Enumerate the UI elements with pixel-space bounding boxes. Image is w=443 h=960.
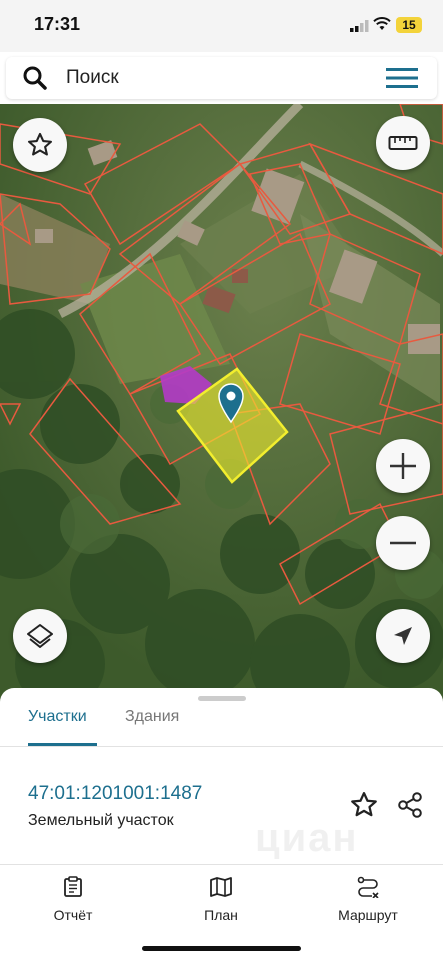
battery-indicator: 15 <box>396 17 422 33</box>
nav-divider <box>0 864 443 865</box>
nav-report[interactable]: Отчёт <box>18 876 128 923</box>
ruler-button[interactable] <box>376 116 430 170</box>
parcel-type-label: Земельный участок <box>28 812 174 829</box>
route-icon <box>357 876 379 899</box>
home-indicator[interactable] <box>142 946 301 951</box>
nav-plan-label: План <box>204 907 238 923</box>
ruler-icon <box>388 136 418 150</box>
sheet-drag-handle[interactable] <box>198 696 246 701</box>
tab-parcels[interactable]: Участки <box>28 708 87 726</box>
map-view[interactable] <box>0 104 443 704</box>
layers-button[interactable] <box>13 609 67 663</box>
search-input[interactable]: Поиск <box>66 67 119 89</box>
cadastral-number[interactable]: 47:01:1201001:1487 <box>28 783 202 805</box>
bottom-sheet: Участки Здания циан 47:01:1201001:1487 З… <box>0 688 443 960</box>
report-icon <box>64 876 82 897</box>
search-icon[interactable] <box>22 65 48 91</box>
layers-icon <box>27 624 53 648</box>
status-bar: 17:31 15 <box>0 0 443 52</box>
share-icon[interactable] <box>395 790 425 820</box>
tab-buildings[interactable]: Здания <box>125 708 179 726</box>
nav-route[interactable]: Маршрут <box>313 876 423 923</box>
favorite-button[interactable] <box>13 118 67 172</box>
search-bar[interactable]: Поиск <box>6 57 437 99</box>
status-time: 17:31 <box>34 14 81 34</box>
wifi-icon <box>373 17 391 30</box>
cellular-signal-icon <box>350 20 369 32</box>
zoom-out-button[interactable] <box>376 516 430 570</box>
star-outline-icon[interactable] <box>349 790 379 820</box>
hamburger-menu-icon[interactable] <box>386 68 418 88</box>
watermark-logo: циан <box>255 816 359 860</box>
nav-route-label: Маршрут <box>338 907 398 923</box>
locate-button[interactable] <box>376 609 430 663</box>
plus-icon <box>390 453 416 479</box>
minus-icon <box>390 541 416 545</box>
star-outline-icon <box>27 132 53 156</box>
tab-divider <box>0 746 443 747</box>
satellite-imagery[interactable] <box>0 104 443 704</box>
navigation-arrow-icon <box>394 627 412 645</box>
zoom-in-button[interactable] <box>376 439 430 493</box>
nav-plan[interactable]: План <box>166 876 276 923</box>
map-plan-icon <box>210 877 232 897</box>
nav-report-label: Отчёт <box>53 907 93 923</box>
